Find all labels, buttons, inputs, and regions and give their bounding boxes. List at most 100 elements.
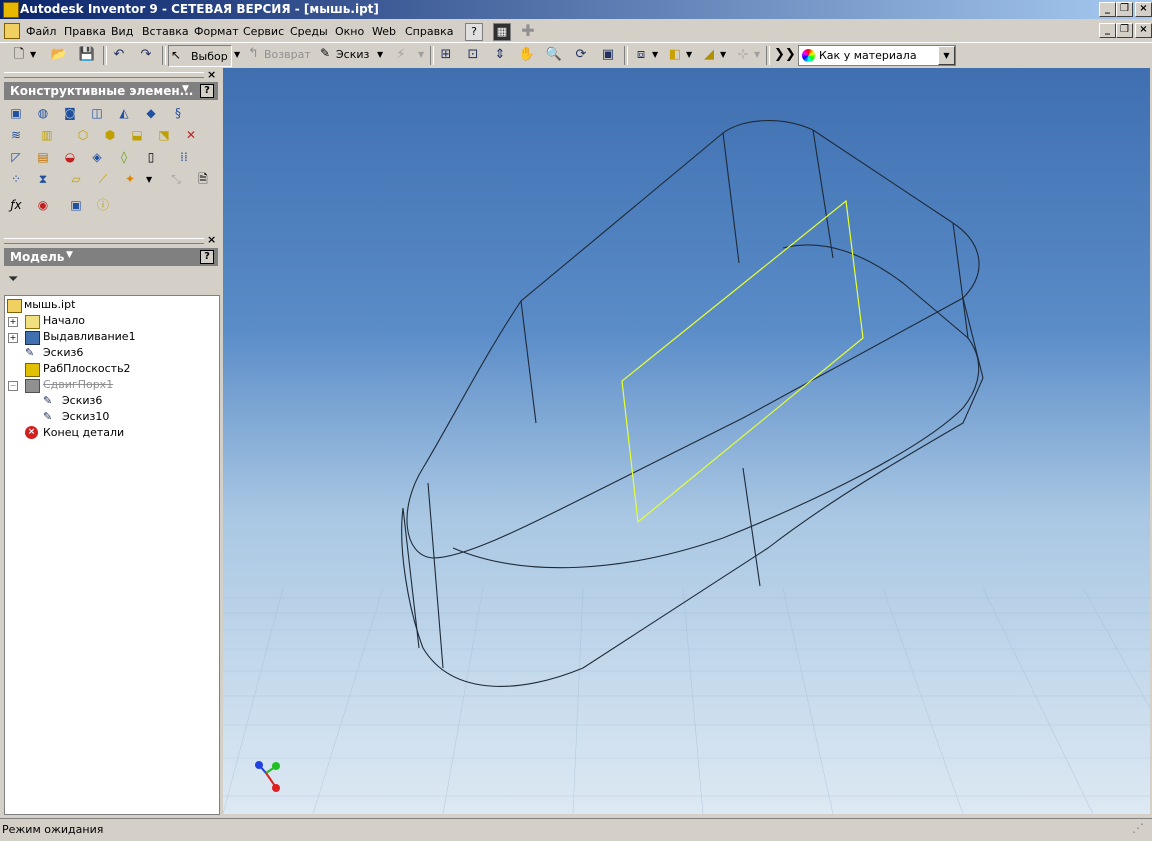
- expand-icon[interactable]: +: [8, 317, 18, 327]
- menu-web[interactable]: Web: [372, 25, 396, 38]
- chamfer-icon[interactable]: ⬢: [102, 127, 118, 143]
- loft-icon[interactable]: ◆: [143, 105, 159, 121]
- expand-icon[interactable]: +: [8, 333, 18, 343]
- emboss-icon[interactable]: ◒: [62, 149, 78, 165]
- info-icon[interactable]: ⓘ: [95, 197, 111, 213]
- work-point-icon[interactable]: ✦: [122, 171, 138, 187]
- chevron-down-icon[interactable]: ▼: [66, 250, 73, 260]
- fillet-icon[interactable]: ⬡: [75, 127, 91, 143]
- select-button[interactable]: ↖ Выбор: [168, 45, 232, 67]
- panel-grip[interactable]: [4, 238, 204, 244]
- tree-node-sketch-child[interactable]: Эскиз6: [62, 394, 102, 407]
- graphics-viewport[interactable]: [223, 68, 1150, 814]
- menu-file[interactable]: Файл: [26, 25, 56, 38]
- chevron-down-icon[interactable]: ▼: [686, 50, 692, 59]
- return-button[interactable]: Возврат: [264, 48, 311, 61]
- tree-node-sketch-child-2[interactable]: Эскиз10: [62, 410, 109, 423]
- tree-node-end-of-part[interactable]: Конец детали: [43, 426, 124, 439]
- thread-icon[interactable]: ▥: [39, 127, 55, 143]
- chevron-down-icon[interactable]: ▼: [418, 50, 424, 59]
- chevron-down-icon[interactable]: ▼: [720, 50, 726, 59]
- doc-close-button[interactable]: ×: [1135, 23, 1152, 38]
- menu-insert[interactable]: Вставка: [142, 25, 189, 38]
- view-cube-icon[interactable]: ⧈: [632, 46, 650, 64]
- open-folder-icon[interactable]: 📂: [50, 46, 68, 64]
- work-plane-icon[interactable]: ▱: [68, 171, 84, 187]
- shell-icon[interactable]: ◫: [89, 105, 105, 121]
- tree-node-origin[interactable]: Начало: [43, 314, 85, 327]
- help-icon[interactable]: ?: [200, 250, 214, 264]
- plus-icon[interactable]: ✚: [520, 23, 536, 39]
- shadow-icon[interactable]: ◢: [700, 46, 718, 64]
- model-panel-header[interactable]: Модель ▼ ?: [4, 248, 218, 266]
- split-icon[interactable]: ⬔: [156, 127, 172, 143]
- help-icon[interactable]: ?: [200, 84, 214, 98]
- rib-icon[interactable]: ◭: [116, 105, 132, 121]
- resize-grip-icon[interactable]: ⋰: [1132, 821, 1144, 835]
- doc-minimize-button[interactable]: _: [1099, 23, 1116, 38]
- close-icon[interactable]: ×: [207, 68, 216, 81]
- coil-icon[interactable]: ≋: [8, 127, 24, 143]
- shaded-display-icon[interactable]: ◧: [666, 46, 684, 64]
- whats-this-help-icon[interactable]: ?: [465, 23, 483, 41]
- zoom-icon[interactable]: ⇕: [491, 46, 509, 64]
- analysis-icon[interactable]: ⊹: [734, 46, 752, 64]
- face-draft-icon[interactable]: ⬓: [129, 127, 145, 143]
- tree-node-sketch[interactable]: Эскиз6: [43, 346, 83, 359]
- zoom-selected-icon[interactable]: 🔍: [545, 46, 563, 64]
- undo-icon[interactable]: ↶: [110, 46, 128, 64]
- sweep-icon[interactable]: §: [170, 105, 186, 121]
- derived-component-icon[interactable]: 🗎: [195, 171, 211, 187]
- update-icon[interactable]: ⚡: [392, 46, 410, 64]
- face-icon[interactable]: ◸: [8, 149, 24, 165]
- promote-icon[interactable]: ⤡: [168, 171, 184, 187]
- delete-face-icon[interactable]: ✕: [183, 127, 199, 143]
- circular-pattern-icon[interactable]: ⁘: [8, 171, 24, 187]
- menu-tools[interactable]: Сервис: [243, 25, 284, 38]
- doc-restore-button[interactable]: ❐: [1116, 23, 1133, 38]
- sketch-button[interactable]: Эскиз: [336, 48, 369, 61]
- zoom-window-icon[interactable]: ⊡: [464, 46, 482, 64]
- extrude-icon[interactable]: ▣: [8, 105, 24, 121]
- calculator-icon[interactable]: ▦: [493, 23, 511, 41]
- chevron-down-icon[interactable]: ▼: [146, 175, 152, 184]
- rotate-icon[interactable]: ⟳: [572, 46, 590, 64]
- menu-edit[interactable]: Правка: [64, 25, 106, 38]
- menu-help[interactable]: Справка: [405, 25, 453, 38]
- filter-icon[interactable]: ⏷: [8, 272, 18, 287]
- guide-icon[interactable]: ❯❯: [774, 46, 796, 64]
- decal-icon[interactable]: ◈: [89, 149, 105, 165]
- panel-grip[interactable]: [4, 72, 204, 78]
- collapse-icon[interactable]: −: [8, 381, 18, 391]
- create-ipart-icon[interactable]: ◉: [35, 197, 51, 213]
- tree-node-extrusion[interactable]: Выдавливание1: [43, 330, 136, 343]
- maximize-button[interactable]: ❐: [1116, 2, 1133, 17]
- tree-node-workplane[interactable]: РабПлоскость2: [43, 362, 131, 375]
- barcode-icon[interactable]: ▯: [143, 149, 159, 165]
- close-button[interactable]: ×: [1135, 2, 1152, 17]
- zoom-all-icon[interactable]: ⊞: [437, 46, 455, 64]
- chevron-down-icon[interactable]: ▼: [754, 50, 760, 59]
- chevron-down-icon[interactable]: ▼: [938, 46, 955, 65]
- pan-hand-icon[interactable]: ✋: [518, 46, 536, 64]
- parameters-fx-icon[interactable]: ƒx: [8, 197, 24, 213]
- chevron-down-icon[interactable]: ▼: [377, 50, 383, 59]
- redo-icon[interactable]: ↷: [137, 46, 155, 64]
- material-dropdown[interactable]: Как у материала ▼: [798, 45, 956, 66]
- menu-environments[interactable]: Среды: [290, 25, 328, 38]
- look-at-icon[interactable]: ▣: [599, 46, 617, 64]
- minimize-button[interactable]: _: [1099, 2, 1116, 17]
- derived-icon[interactable]: ◊: [116, 149, 132, 165]
- hole-icon[interactable]: ◙: [62, 105, 78, 121]
- chevron-down-icon[interactable]: ▼: [652, 50, 658, 59]
- new-file-icon[interactable]: 🗋: [10, 46, 28, 64]
- thicken-icon[interactable]: ▤: [35, 149, 51, 165]
- mirror-icon[interactable]: ⧗: [35, 171, 51, 187]
- tree-node-sweep[interactable]: СдвигПорх1: [43, 378, 113, 391]
- chevron-down-icon[interactable]: ▼: [234, 50, 240, 59]
- revolve-icon[interactable]: ◍: [35, 105, 51, 121]
- document-icon[interactable]: [4, 23, 20, 39]
- close-icon[interactable]: ×: [207, 233, 216, 246]
- chevron-down-icon[interactable]: ▼: [30, 50, 36, 59]
- menu-view[interactable]: Вид: [111, 25, 133, 38]
